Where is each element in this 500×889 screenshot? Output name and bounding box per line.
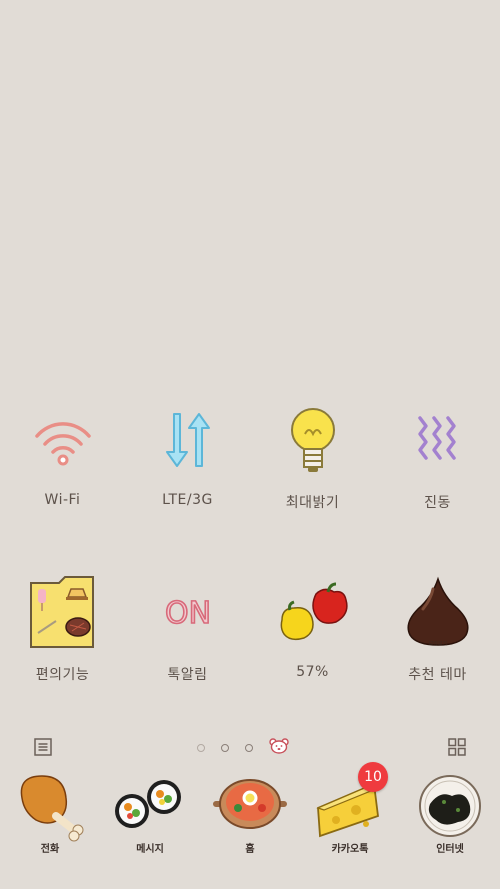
lightbulb-icon — [273, 400, 353, 480]
dock-messages[interactable]: 메시지 — [100, 770, 200, 855]
phone-label: 전화 — [40, 844, 60, 855]
data-arrows-icon — [148, 400, 228, 480]
battery-widget[interactable]: 57% — [250, 572, 375, 684]
brightness-label: 최대밝기 — [285, 495, 340, 511]
talk-notification-widget[interactable]: ON 톡알림 — [125, 572, 250, 684]
on-text: ON — [164, 596, 210, 631]
grid-icon — [448, 738, 466, 756]
list-button[interactable] — [34, 738, 52, 760]
chicken-leg-icon — [8, 770, 92, 842]
dock-phone[interactable]: 전화 — [0, 770, 100, 855]
dock-home[interactable]: 홈 — [200, 770, 300, 855]
vibration-icon — [398, 400, 478, 480]
wifi-label: Wi-Fi — [44, 492, 81, 508]
talk-notification-label: 톡알림 — [167, 667, 208, 683]
app-drawer-button[interactable] — [448, 738, 466, 760]
data-label: LTE/3G — [162, 492, 213, 508]
quick-toggle-row: Wi-Fi LTE/3G 최대밝기 진동 — [0, 400, 500, 512]
recommended-themes[interactable]: 모아보기 추천 테마 — [375, 572, 500, 684]
kimbap-icon — [108, 770, 192, 842]
stew-pot-icon — [208, 770, 292, 842]
mobile-data-toggle[interactable]: LTE/3G — [125, 400, 250, 512]
chocolate-drop-icon: 모아보기 — [398, 572, 478, 652]
utility-folder-icon — [23, 572, 103, 652]
on-toggle-icon: ON — [148, 572, 228, 652]
theme-caption: 모아보기 — [428, 640, 446, 647]
page-dot[interactable] — [221, 744, 229, 752]
utility-folder-label: 편의기능 — [35, 667, 90, 683]
page-dots — [197, 738, 289, 758]
recommended-themes-label: 추천 테마 — [408, 667, 467, 683]
pepper-battery-icon — [273, 572, 353, 652]
bear-face-icon[interactable] — [269, 738, 289, 758]
dock: 전화 메시지 홈 10 카카오톡 인터넷 — [0, 762, 500, 855]
app-row: 편의기능 ON 톡알림 57% 모아보기 추천 테마 — [0, 572, 500, 684]
page-dot[interactable] — [245, 744, 253, 752]
list-icon — [34, 738, 52, 756]
notification-badge: 10 — [358, 762, 388, 792]
battery-label: 57% — [296, 664, 329, 680]
wifi-icon — [23, 400, 103, 480]
home-label: 홈 — [245, 844, 255, 855]
page-dot[interactable] — [197, 744, 205, 752]
utility-folder[interactable]: 편의기능 — [0, 572, 125, 684]
internet-label: 인터넷 — [436, 844, 464, 855]
noodle-bowl-icon — [408, 770, 492, 842]
dock-internet[interactable]: 인터넷 — [400, 770, 500, 855]
messages-label: 메시지 — [136, 844, 164, 855]
page-indicator-bar — [0, 732, 500, 760]
vibration-toggle[interactable]: 진동 — [375, 400, 500, 512]
kakaotalk-label: 카카오톡 — [331, 844, 369, 855]
brightness-toggle[interactable]: 최대밝기 — [250, 400, 375, 512]
wifi-toggle[interactable]: Wi-Fi — [0, 400, 125, 512]
dock-kakaotalk[interactable]: 10 카카오톡 — [300, 762, 400, 855]
vibration-label: 진동 — [424, 495, 451, 511]
